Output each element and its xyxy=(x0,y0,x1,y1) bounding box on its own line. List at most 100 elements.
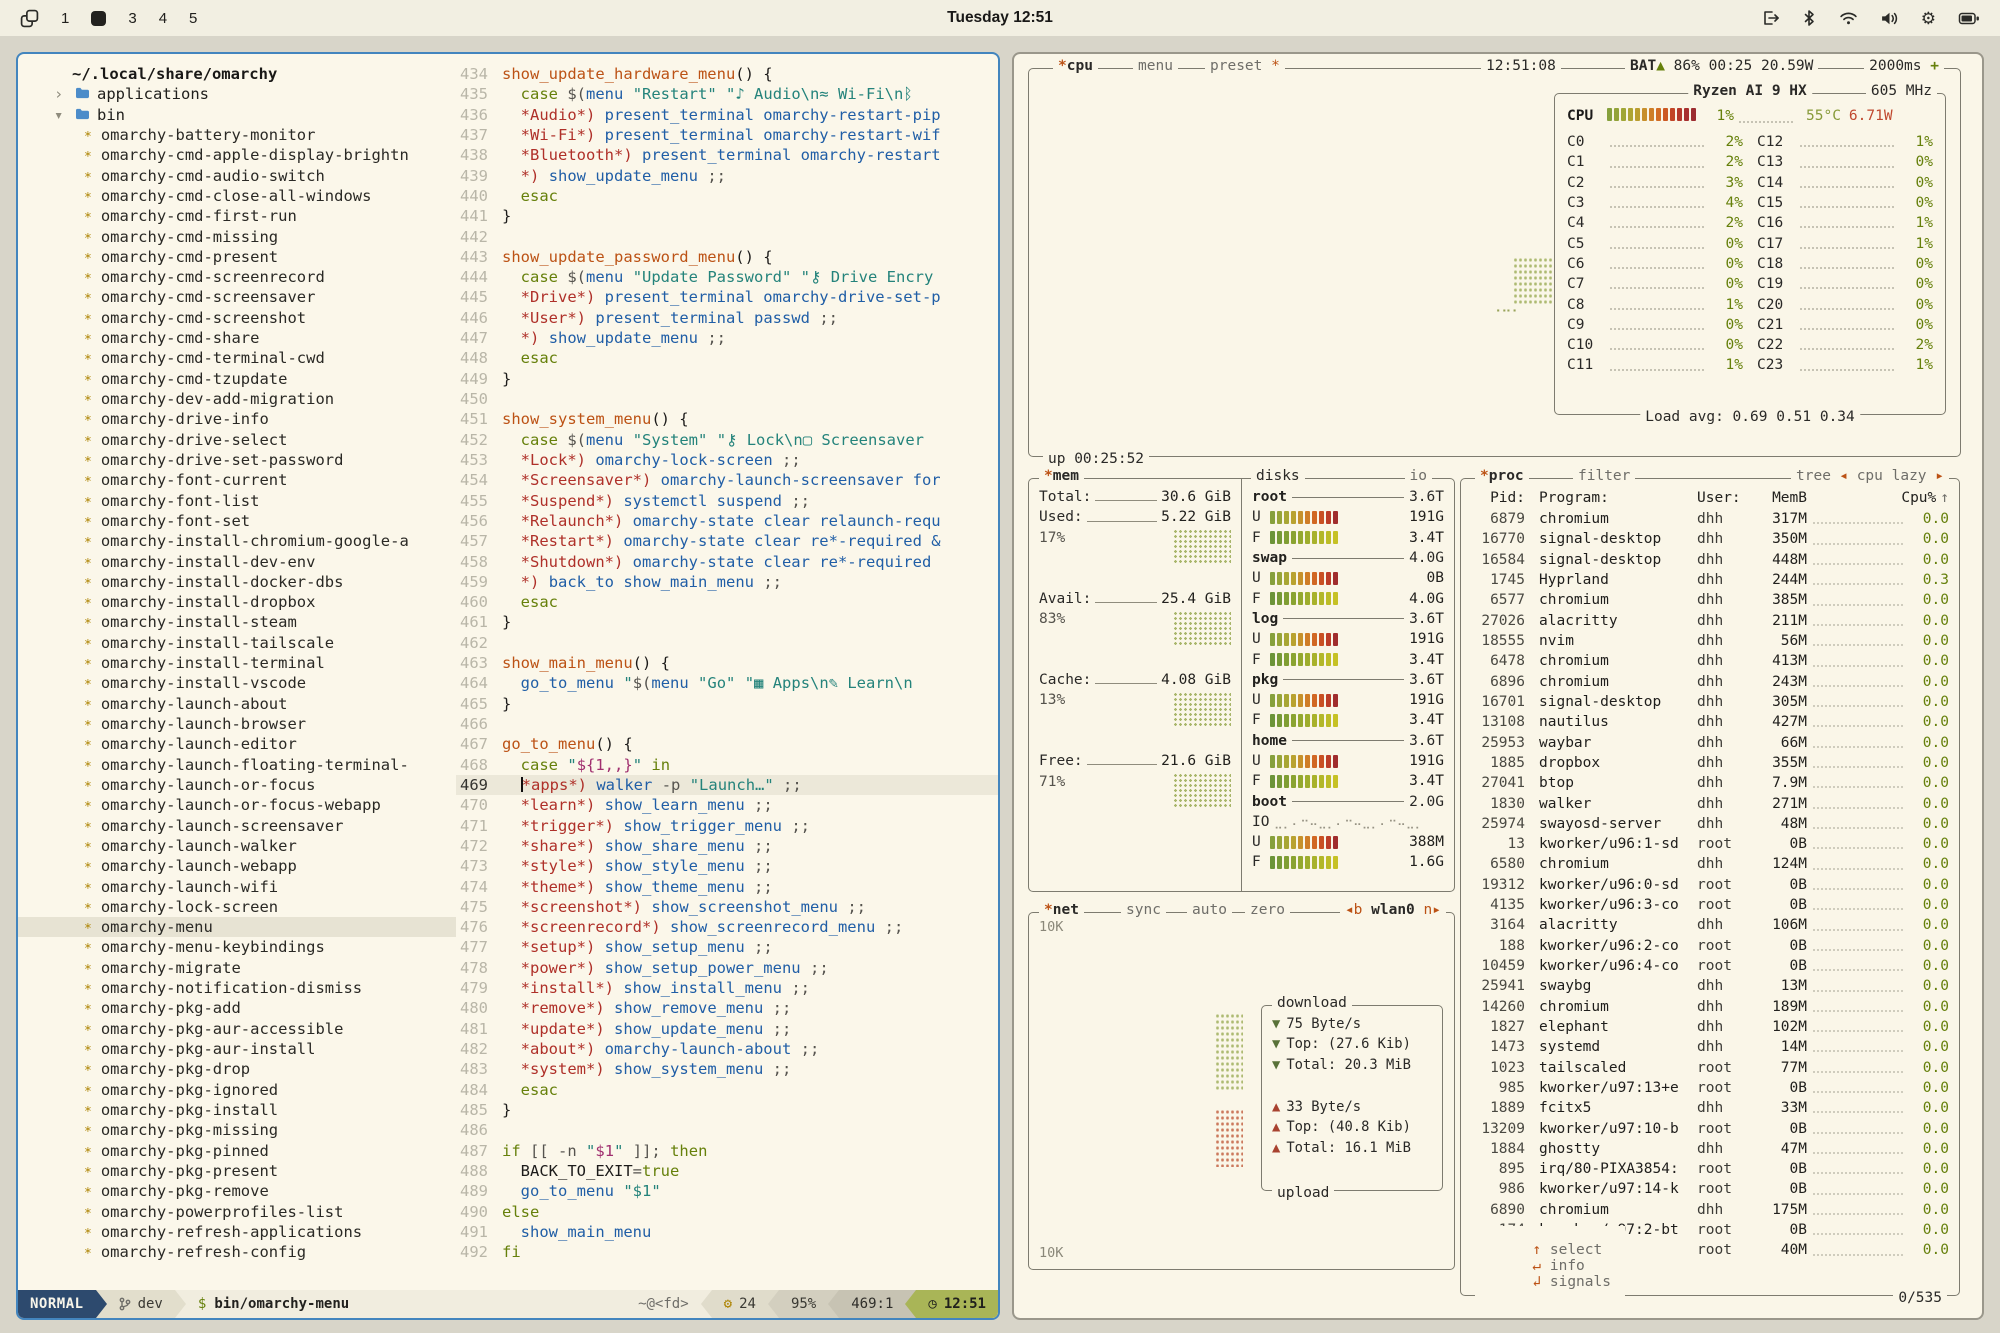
tree-item-omarchy-refresh-config[interactable]: ∗omarchy-refresh-config xyxy=(18,1242,456,1262)
tree-item-omarchy-cmd-present[interactable]: ∗omarchy-cmd-present xyxy=(18,247,456,267)
code-line-478[interactable]: 478 *power*) show_setup_power_menu ;; xyxy=(456,958,998,978)
process-row-3164[interactable]: 3164alacrittydhh106M0.0 xyxy=(1471,915,1949,935)
code-line-474[interactable]: 474 *theme*) show_theme_menu ;; xyxy=(456,877,998,897)
workspace-2-active[interactable] xyxy=(91,11,106,26)
code-line-468[interactable]: 468 case "${1,,}" in xyxy=(456,755,998,775)
tree-item-omarchy-install-vscode[interactable]: ∗omarchy-install-vscode xyxy=(18,673,456,693)
tree-item-omarchy-refresh-applications[interactable]: ∗omarchy-refresh-applications xyxy=(18,1222,456,1242)
code-line-450[interactable]: 450 xyxy=(456,389,998,409)
process-row-27026[interactable]: 27026alacrittydhh211M0.0 xyxy=(1471,611,1949,631)
tree-item-omarchy-cmd-apple-display-brightn[interactable]: ∗omarchy-cmd-apple-display-brightn xyxy=(18,145,456,165)
proc-tree-toggle[interactable]: tree xyxy=(1791,468,1836,484)
process-row-16770[interactable]: 16770signal-desktopdhh350M0.0 xyxy=(1471,529,1949,549)
process-row-1884[interactable]: 1884ghosttydhh47M0.0 xyxy=(1471,1139,1949,1159)
tree-item-omarchy-notification-dismiss[interactable]: ∗omarchy-notification-dismiss xyxy=(18,978,456,998)
tree-folder-applications[interactable]: ›applications xyxy=(18,84,456,104)
code-line-488[interactable]: 488 BACK_TO_EXIT=true xyxy=(456,1161,998,1181)
btop-tab-preset[interactable]: preset * xyxy=(1205,58,1285,74)
process-row-25974[interactable]: 25974swayosd-serverdhh48M0.0 xyxy=(1471,814,1949,834)
code-line-446[interactable]: 446 *User*) present_terminal passwd ;; xyxy=(456,308,998,328)
code-line-457[interactable]: 457 *Restart*) omarchy-state clear re*-r… xyxy=(456,531,998,551)
process-row-13[interactable]: 13kworker/u96:1-sdroot0B0.0 xyxy=(1471,834,1949,854)
tree-item-omarchy-battery-monitor[interactable]: ∗omarchy-battery-monitor xyxy=(18,125,456,145)
tree-item-omarchy-pkg-drop[interactable]: ∗omarchy-pkg-drop xyxy=(18,1059,456,1079)
code-line-464[interactable]: 464 go_to_menu "$(menu "Go" "▦ Apps\n✎ L… xyxy=(456,673,998,693)
workspace-3[interactable]: 3 xyxy=(128,10,136,27)
tree-item-omarchy-pkg-present[interactable]: ∗omarchy-pkg-present xyxy=(18,1161,456,1181)
net-title[interactable]: *net xyxy=(1039,902,1084,918)
code-line-459[interactable]: 459 *) back_to show_main_menu ;; xyxy=(456,572,998,592)
tree-item-omarchy-launch-editor[interactable]: ∗omarchy-launch-editor xyxy=(18,734,456,754)
proc-filter[interactable]: filter xyxy=(1573,468,1635,484)
code-line-442[interactable]: 442 xyxy=(456,227,998,247)
tree-item-omarchy-launch-or-focus-webapp[interactable]: ∗omarchy-launch-or-focus-webapp xyxy=(18,795,456,815)
battery-icon[interactable] xyxy=(1958,10,1980,27)
process-row-10459[interactable]: 10459kworker/u96:4-coroot0B0.0 xyxy=(1471,956,1949,976)
code-line-439[interactable]: 439 *) show_update_menu ;; xyxy=(456,166,998,186)
code-line-449[interactable]: 449} xyxy=(456,369,998,389)
code-line-445[interactable]: 445 *Drive*) present_terminal omarchy-dr… xyxy=(456,287,998,307)
workspace-4[interactable]: 4 xyxy=(159,10,167,27)
tree-item-omarchy-launch-floating-terminal-[interactable]: ∗omarchy-launch-floating-terminal- xyxy=(18,755,456,775)
code-line-460[interactable]: 460 esac xyxy=(456,592,998,612)
process-row-1885[interactable]: 1885dropboxdhh355M0.0 xyxy=(1471,753,1949,773)
code-line-483[interactable]: 483 *system*) show_system_menu ;; xyxy=(456,1059,998,1079)
tree-item-omarchy-pkg-pinned[interactable]: ∗omarchy-pkg-pinned xyxy=(18,1141,456,1161)
code-line-476[interactable]: 476 *screenrecord*) show_screenrecord_me… xyxy=(456,917,998,937)
code-line-477[interactable]: 477 *setup*) show_setup_menu ;; xyxy=(456,937,998,957)
tree-item-omarchy-pkg-install[interactable]: ∗omarchy-pkg-install xyxy=(18,1100,456,1120)
tree-item-omarchy-cmd-screenrecord[interactable]: ∗omarchy-cmd-screenrecord xyxy=(18,267,456,287)
code-line-470[interactable]: 470 *learn*) show_learn_menu ;; xyxy=(456,795,998,815)
code-line-485[interactable]: 485} xyxy=(456,1100,998,1120)
update-interval[interactable]: 2000ms + xyxy=(1864,58,1944,74)
tree-item-omarchy-cmd-missing[interactable]: ∗omarchy-cmd-missing xyxy=(18,227,456,247)
workspace-1[interactable]: 1 xyxy=(61,10,69,27)
tree-item-omarchy-migrate[interactable]: ∗omarchy-migrate xyxy=(18,958,456,978)
code-line-492[interactable]: 492fi xyxy=(456,1242,998,1262)
stacked-windows-icon[interactable] xyxy=(20,9,39,28)
process-row-27041[interactable]: 27041btopdhh7.9M0.0 xyxy=(1471,773,1949,793)
code-line-467[interactable]: 467go_to_menu() { xyxy=(456,734,998,754)
process-row-1827[interactable]: 1827elephantdhh102M0.0 xyxy=(1471,1017,1949,1037)
code-line-472[interactable]: 472 *share*) show_share_menu ;; xyxy=(456,836,998,856)
btop-tab-menu[interactable]: menu xyxy=(1133,58,1178,74)
tree-item-omarchy-launch-webapp[interactable]: ∗omarchy-launch-webapp xyxy=(18,856,456,876)
code-line-481[interactable]: 481 *update*) show_update_menu ;; xyxy=(456,1019,998,1039)
code-line-484[interactable]: 484 esac xyxy=(456,1080,998,1100)
tree-item-omarchy-lock-screen[interactable]: ∗omarchy-lock-screen xyxy=(18,897,456,917)
code-editor[interactable]: 434show_update_hardware_menu() {435 case… xyxy=(456,54,998,1290)
tree-item-omarchy-font-set[interactable]: ∗omarchy-font-set xyxy=(18,511,456,531)
tree-item-omarchy-drive-select[interactable]: ∗omarchy-drive-select xyxy=(18,430,456,450)
code-line-434[interactable]: 434show_update_hardware_menu() { xyxy=(456,64,998,84)
code-line-443[interactable]: 443show_update_password_menu() { xyxy=(456,247,998,267)
code-line-466[interactable]: 466 xyxy=(456,714,998,734)
code-line-455[interactable]: 455 *Suspend*) systemctl suspend ;; xyxy=(456,491,998,511)
tree-item-omarchy-cmd-screensaver[interactable]: ∗omarchy-cmd-screensaver xyxy=(18,287,456,307)
code-line-451[interactable]: 451show_system_menu() { xyxy=(456,409,998,429)
tree-item-omarchy-launch-about[interactable]: ∗omarchy-launch-about xyxy=(18,694,456,714)
tree-item-omarchy-cmd-terminal-cwd[interactable]: ∗omarchy-cmd-terminal-cwd xyxy=(18,348,456,368)
settings-gear-icon[interactable]: ⚙ xyxy=(1921,10,1936,27)
bluetooth-icon[interactable] xyxy=(1802,9,1817,27)
tree-folder-bin[interactable]: ▾bin xyxy=(18,105,456,125)
net-tab-auto[interactable]: auto xyxy=(1187,902,1232,918)
process-row-985[interactable]: 985kworker/u97:13+eroot0B0.0 xyxy=(1471,1078,1949,1098)
tree-item-omarchy-font-list[interactable]: ∗omarchy-font-list xyxy=(18,491,456,511)
tree-item-omarchy-install-dev-env[interactable]: ∗omarchy-install-dev-env xyxy=(18,552,456,572)
tree-item-omarchy-install-dropbox[interactable]: ∗omarchy-install-dropbox xyxy=(18,592,456,612)
code-line-435[interactable]: 435 case $(menu "Restart" "♪ Audio\n≈ Wi… xyxy=(456,84,998,104)
tree-item-omarchy-install-docker-dbs[interactable]: ∗omarchy-install-docker-dbs xyxy=(18,572,456,592)
tree-item-omarchy-menu-keybindings[interactable]: ∗omarchy-menu-keybindings xyxy=(18,937,456,957)
code-line-473[interactable]: 473 *style*) show_style_menu ;; xyxy=(456,856,998,876)
code-line-469[interactable]: 469 *apps*) walker -p "Launch…" ;; xyxy=(456,775,998,795)
proc-title[interactable]: *proc xyxy=(1475,468,1529,484)
process-row-188[interactable]: 188kworker/u96:2-coroot0B0.0 xyxy=(1471,936,1949,956)
tree-item-omarchy-drive-set-password[interactable]: ∗omarchy-drive-set-password xyxy=(18,450,456,470)
tree-item-omarchy-powerprofiles-list[interactable]: ∗omarchy-powerprofiles-list xyxy=(18,1202,456,1222)
code-line-441[interactable]: 441} xyxy=(456,206,998,226)
tree-item-omarchy-font-current[interactable]: ∗omarchy-font-current xyxy=(18,470,456,490)
code-line-458[interactable]: 458 *Shutdown*) omarchy-state clear re*-… xyxy=(456,552,998,572)
tree-item-omarchy-cmd-share[interactable]: ∗omarchy-cmd-share xyxy=(18,328,456,348)
tree-item-omarchy-pkg-remove[interactable]: ∗omarchy-pkg-remove xyxy=(18,1181,456,1201)
process-row-16584[interactable]: 16584signal-desktopdhh448M0.0 xyxy=(1471,550,1949,570)
